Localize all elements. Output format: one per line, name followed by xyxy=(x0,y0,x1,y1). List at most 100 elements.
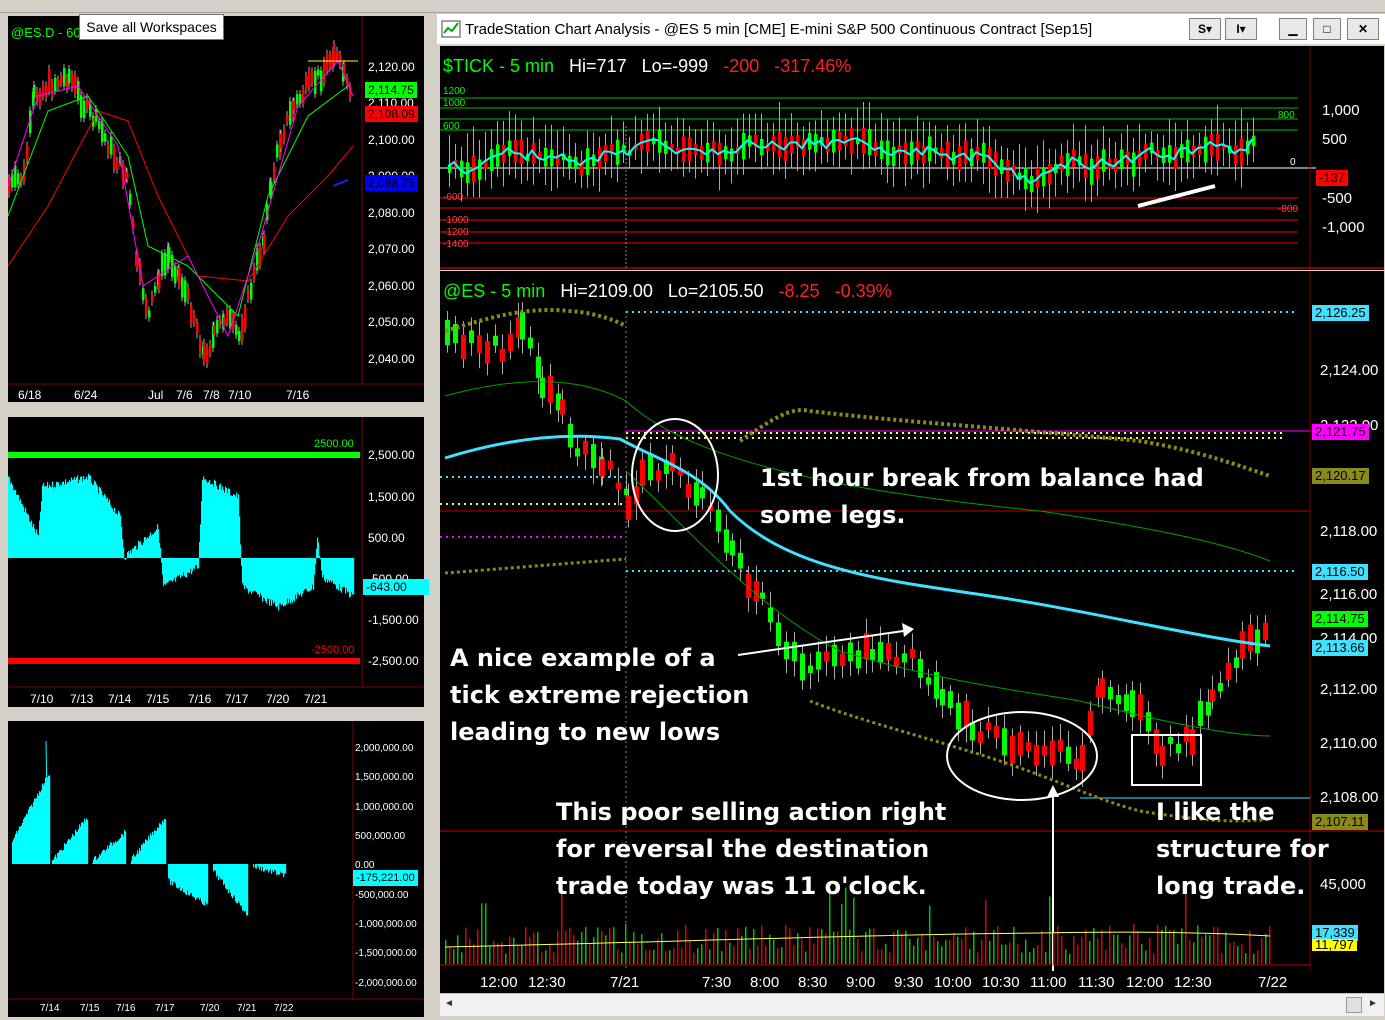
daily-price-label: 2,080.00 xyxy=(368,206,415,220)
es-candle xyxy=(536,356,541,379)
es-volume-bar xyxy=(989,940,991,964)
es-candle xyxy=(716,509,721,532)
scroll-right-arrow[interactable]: ► xyxy=(1368,998,1378,1009)
es-candle xyxy=(768,607,773,623)
es-candle xyxy=(640,459,645,487)
es-tag-cyan-low: 2,113.66 xyxy=(1312,640,1368,656)
annotation-first-hour: 1st hour break from balance had some leg… xyxy=(760,464,1204,529)
es-arrow-tick-rejection xyxy=(737,629,911,656)
cumulative-volume-panel[interactable]: 2,000,000.00 1,500,000.00 1,000,000.00 500,… xyxy=(8,721,424,1017)
es-candle xyxy=(1010,736,1015,764)
daily-chart-panel[interactable]: @ES.D - 60 2,120.002,110.002,100.002,090… xyxy=(8,16,424,402)
daily-candle xyxy=(216,319,219,334)
tick-candle xyxy=(520,139,524,165)
es-volume-bar xyxy=(709,949,711,964)
daily-candle xyxy=(142,288,145,301)
symbol-i-button[interactable]: I▾ xyxy=(1225,18,1257,40)
daily-ma-red xyxy=(8,110,354,282)
es-candle xyxy=(1108,686,1113,700)
bot-bar xyxy=(253,864,255,868)
tick-chart-panel[interactable]: $TICK - 5 min Hi=717 Lo=-999 -200 -317.4… xyxy=(440,46,1384,270)
es-volume-bar xyxy=(677,930,679,964)
es-candle xyxy=(700,487,705,499)
es-volume-bar xyxy=(697,948,699,964)
mid-bar xyxy=(315,558,317,565)
es-volume-bar xyxy=(1125,947,1127,964)
cumulative-tick-panel[interactable]: 2,500.001,500.00500.00-500.00-1,500.00-2… xyxy=(8,417,429,707)
es-volume-bar xyxy=(1137,931,1139,964)
es-volume-bar xyxy=(521,945,523,964)
tick-candle xyxy=(568,155,572,168)
top-toolbar xyxy=(0,0,1385,13)
tick-candle xyxy=(478,159,482,180)
mid-date-label: 7/17 xyxy=(225,692,249,706)
es-volume-bar xyxy=(1069,953,1071,964)
es-candle xyxy=(800,653,805,681)
es-volume-bar xyxy=(701,944,703,964)
es-volume-bar xyxy=(569,927,571,964)
es-volume-bar xyxy=(789,928,791,964)
es-volume-bar xyxy=(865,931,867,964)
es-candle xyxy=(940,689,945,706)
scroll-left-arrow[interactable]: ◄ xyxy=(444,998,454,1009)
es-volume-bar xyxy=(1009,942,1011,964)
tick-candle xyxy=(958,146,962,171)
restore-button[interactable]: □ xyxy=(1313,18,1341,40)
es-volume-bar xyxy=(693,952,695,964)
daily-candle xyxy=(174,266,177,284)
es-axis-label: 2,118.00 xyxy=(1320,523,1377,540)
minimize-button[interactable]: ▁ xyxy=(1279,18,1307,40)
es-volume-bar xyxy=(593,937,595,964)
es-volume-bar xyxy=(1061,936,1063,964)
daily-candle xyxy=(296,94,299,105)
es-volume-bar xyxy=(965,927,967,964)
daily-candle xyxy=(98,121,101,129)
close-button[interactable]: ✕ xyxy=(1347,18,1379,40)
es-volume-bar xyxy=(1041,930,1043,964)
symbol-s-button[interactable]: S▾ xyxy=(1189,18,1221,40)
es-volume-bar xyxy=(849,929,851,964)
es-volume-bar xyxy=(1225,932,1227,964)
es-volume-bar xyxy=(1269,925,1271,964)
es-axis-label: 2,124.00 xyxy=(1320,362,1378,379)
daily-candle xyxy=(326,53,329,71)
es-candle xyxy=(1154,729,1159,755)
es-volume-bar xyxy=(925,950,927,964)
mid-date-label: 7/15 xyxy=(146,692,170,706)
es-candle xyxy=(776,622,781,647)
es-volume-bar xyxy=(1145,950,1147,964)
es-volume-bar xyxy=(681,947,683,964)
daily-candle xyxy=(336,50,339,60)
es-candle xyxy=(792,641,797,662)
es-volume-bar xyxy=(533,932,535,964)
es-candle xyxy=(1218,682,1223,692)
es-volume-bar xyxy=(649,949,651,964)
scroll-thumb[interactable] xyxy=(1346,997,1362,1013)
daily-candle xyxy=(107,144,110,155)
es-volume-bar xyxy=(1221,953,1223,964)
tick-level-label: 800 xyxy=(1278,110,1295,121)
daily-candle xyxy=(77,80,80,101)
es-time-label: 7/21 xyxy=(610,974,639,991)
horizontal-scrollbar[interactable]: ◄ ► xyxy=(440,993,1384,1016)
es-volume-bar xyxy=(769,934,771,964)
es-chart-panel[interactable]: @ES - 5 min Hi=2109.00 Lo=2105.50 -8.25 … xyxy=(440,271,1384,993)
annotation-poor-selling: This poor selling action right for rever… xyxy=(556,798,947,900)
es-volume-bar xyxy=(749,948,751,964)
es-candle xyxy=(461,334,466,360)
tick-candle xyxy=(1096,155,1100,180)
daily-candle xyxy=(17,173,20,185)
daily-candle xyxy=(57,79,60,88)
es-volume-bar xyxy=(557,931,559,964)
es-volume-bar xyxy=(457,935,459,964)
es-volume-bar xyxy=(1073,936,1075,964)
es-candle xyxy=(948,691,953,709)
es-volume-bar xyxy=(1081,936,1083,964)
es-volume-bar xyxy=(737,927,739,964)
es-volume-bar xyxy=(481,903,483,964)
daily-candle xyxy=(71,74,74,89)
es-volume-bar xyxy=(645,950,647,964)
daily-candle xyxy=(247,289,250,300)
tick-level-label: 1200 xyxy=(443,86,466,97)
es-candle xyxy=(870,649,875,660)
